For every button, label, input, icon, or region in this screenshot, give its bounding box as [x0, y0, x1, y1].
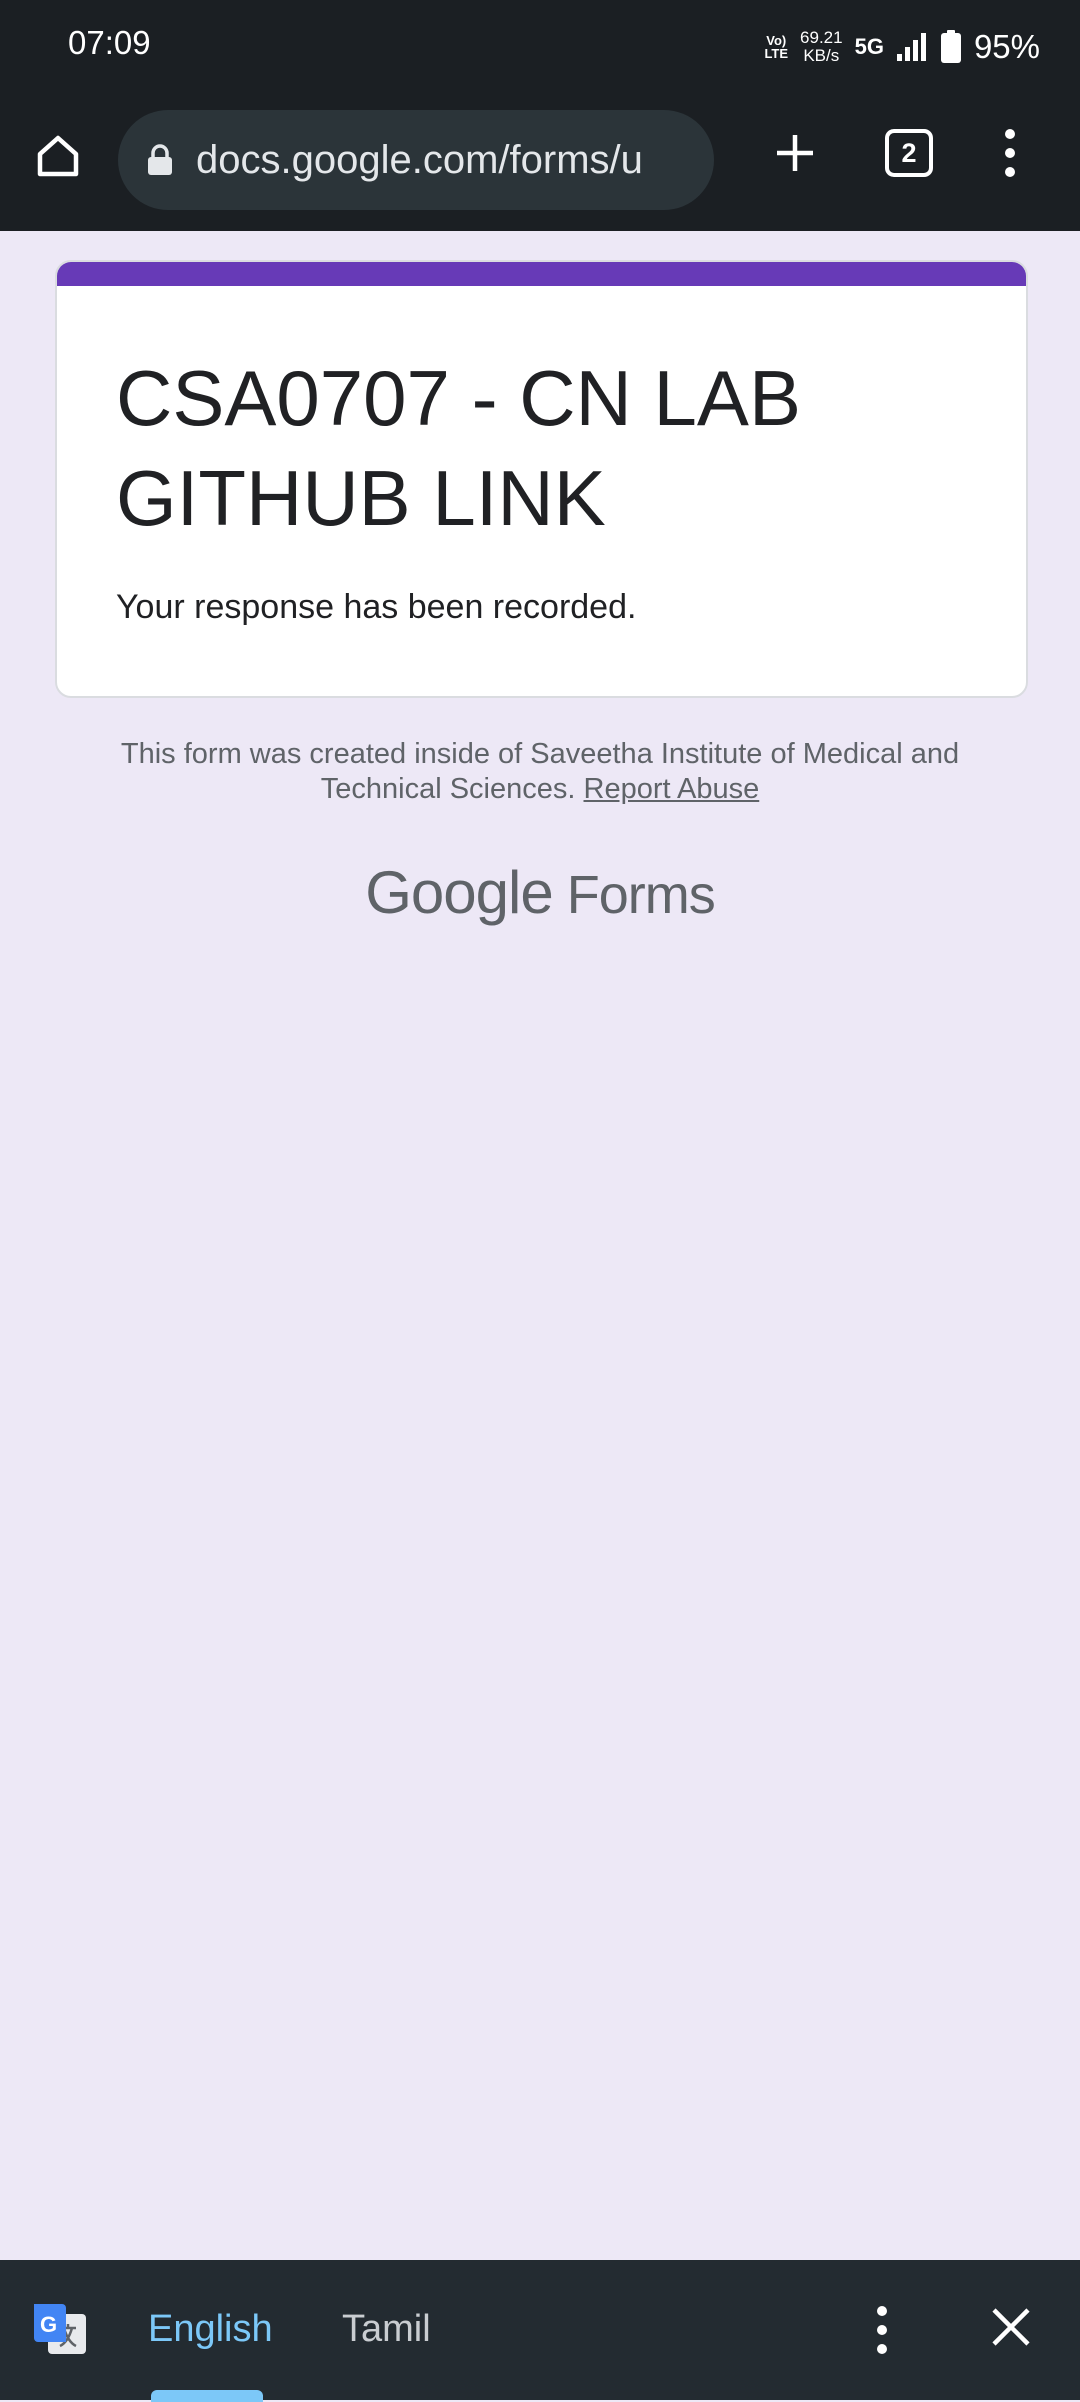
close-icon[interactable]: [988, 2304, 1034, 2350]
more-options-button[interactable]: [990, 123, 1030, 183]
home-button[interactable]: [30, 128, 86, 184]
battery-icon: [940, 30, 961, 63]
google-translate-icon[interactable]: G: [30, 2302, 90, 2358]
translate-bar: G English Tamil: [0, 2260, 1080, 2402]
plus-icon: [777, 135, 813, 171]
google-forms-logo[interactable]: Google Forms: [0, 858, 1080, 927]
translate-options-button[interactable]: [862, 2300, 902, 2360]
status-time: 07:09: [68, 24, 151, 61]
network-type: 5G: [854, 34, 884, 59]
lock-icon: [148, 144, 172, 175]
more-vert-icon: [1005, 129, 1015, 139]
volte-bottom: LTE: [764, 46, 789, 61]
svg-text:G: G: [40, 2312, 57, 2337]
confirmation-message: Your response has been recorded.: [116, 588, 637, 626]
address-bar[interactable]: docs.google.com/forms/u: [118, 110, 714, 210]
footer-text: This form was created inside of Saveetha…: [120, 738, 960, 805]
network-speed: 69.21 KB/s: [800, 29, 843, 65]
logo-google: Google: [365, 859, 553, 926]
footer-note: This form was created inside of Saveetha…: [60, 737, 1020, 807]
form-title: CSA0707 - CN LAB GITHUB LINK: [116, 354, 801, 542]
home-icon: [37, 135, 79, 177]
volte-indicator: Vo) LTE: [764, 34, 788, 60]
selected-language-indicator: [151, 2390, 263, 2402]
report-abuse-link[interactable]: Report Abuse: [584, 773, 760, 805]
battery-percent: 95%: [973, 28, 1040, 65]
status-bar: 07:09 Vo) LTE 69.21 KB/s 5G 95%: [0, 0, 1080, 93]
card-accent-bar: [57, 262, 1026, 286]
signal-icon: [896, 33, 926, 61]
status-icons: Vo) LTE 69.21 KB/s 5G 95%: [764, 22, 1040, 72]
tab-switcher-button[interactable]: 2: [885, 129, 933, 177]
speed-value: 69.21: [800, 28, 843, 47]
more-vert-icon: [877, 2306, 887, 2316]
tab-count: 2: [901, 137, 917, 168]
language-tab-tamil[interactable]: Tamil: [342, 2308, 431, 2351]
browser-toolbar: docs.google.com/forms/u 2: [0, 93, 1080, 231]
form-card: CSA0707 - CN LAB GITHUB LINK Your respon…: [55, 260, 1028, 698]
new-tab-button[interactable]: [765, 123, 825, 183]
url-text: docs.google.com/forms/u: [196, 137, 643, 182]
speed-unit: KB/s: [803, 46, 840, 65]
logo-forms: Forms: [566, 865, 716, 925]
language-tab-english[interactable]: English: [148, 2308, 273, 2351]
